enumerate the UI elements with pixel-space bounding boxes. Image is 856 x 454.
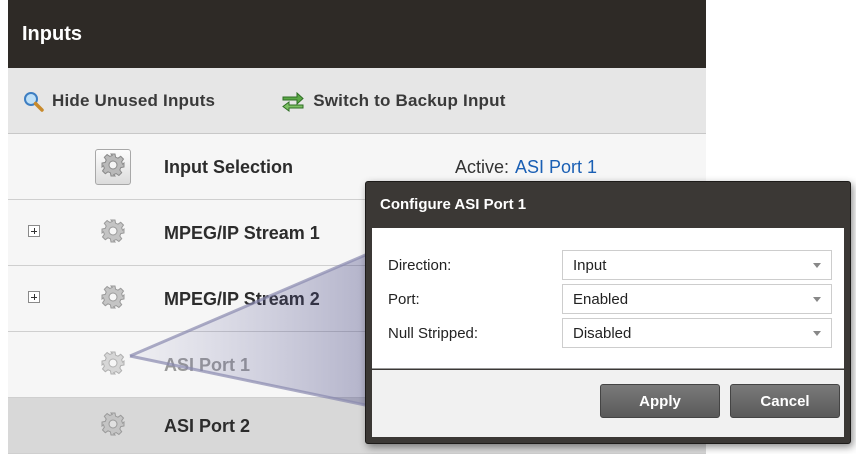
expand-icon[interactable]	[28, 225, 40, 237]
direction-field: Direction: Input	[372, 250, 844, 280]
input-row-label: ASI Port 2	[164, 415, 251, 436]
input-row-label: MPEG/IP Stream 2	[164, 288, 320, 309]
expand-icon[interactable]	[28, 291, 40, 303]
port-label: Port:	[388, 290, 420, 308]
dialog-title: Configure ASI Port 1	[380, 195, 527, 213]
input-selection-label: Input Selection	[164, 156, 294, 177]
dialog-body: Direction: Input Port: Enabled Null Stri…	[372, 228, 844, 369]
panel-title: Inputs	[8, 0, 706, 68]
active-label: Active:	[455, 156, 510, 177]
active-input-link[interactable]: ASI Port 1	[515, 157, 597, 178]
configure-asi-port-dialog: Configure ASI Port 1 Direction: Input Po…	[365, 181, 851, 444]
cancel-button[interactable]: Cancel	[730, 384, 840, 418]
direction-value: Input	[573, 256, 607, 274]
switch-to-backup-input-label: Switch to Backup Input	[313, 90, 506, 110]
port-select[interactable]: Enabled	[562, 284, 832, 314]
chevron-down-icon	[813, 331, 821, 336]
port-field: Port: Enabled	[372, 284, 844, 314]
gear-icon	[100, 350, 126, 381]
gear-icon	[100, 284, 126, 315]
gear-icon	[100, 218, 126, 249]
toolbar: Hide Unused Inputs Switch to Backup Inpu…	[8, 68, 706, 134]
hide-unused-inputs-button[interactable]: Hide Unused Inputs	[22, 90, 215, 112]
row-settings-button[interactable]	[95, 408, 131, 444]
null-stripped-field: Null Stripped: Disabled	[372, 318, 844, 348]
magnifier-icon	[22, 90, 44, 112]
apply-button[interactable]: Apply	[600, 384, 720, 418]
row-settings-button[interactable]	[95, 215, 131, 251]
null-stripped-select[interactable]: Disabled	[562, 318, 832, 348]
chevron-down-icon	[813, 263, 821, 268]
direction-label: Direction:	[388, 256, 452, 274]
null-stripped-label: Null Stripped:	[388, 324, 479, 342]
hide-unused-inputs-label: Hide Unused Inputs	[52, 90, 216, 110]
switch-to-backup-input-button[interactable]: Switch to Backup Input	[281, 90, 505, 112]
dialog-footer: Apply Cancel	[372, 370, 844, 437]
direction-select[interactable]: Input	[562, 250, 832, 280]
gear-icon	[100, 152, 126, 183]
port-value: Enabled	[573, 290, 629, 308]
input-row-label: ASI Port 1	[164, 354, 251, 375]
gear-icon	[100, 411, 126, 442]
chevron-down-icon	[813, 297, 821, 302]
null-stripped-value: Disabled	[573, 324, 632, 342]
switch-arrows-icon	[281, 90, 305, 112]
input-selection-settings-button[interactable]	[95, 149, 131, 185]
row-settings-button[interactable]	[95, 281, 131, 317]
row-settings-button[interactable]	[95, 347, 131, 383]
input-row-label: MPEG/IP Stream 1	[164, 222, 320, 243]
